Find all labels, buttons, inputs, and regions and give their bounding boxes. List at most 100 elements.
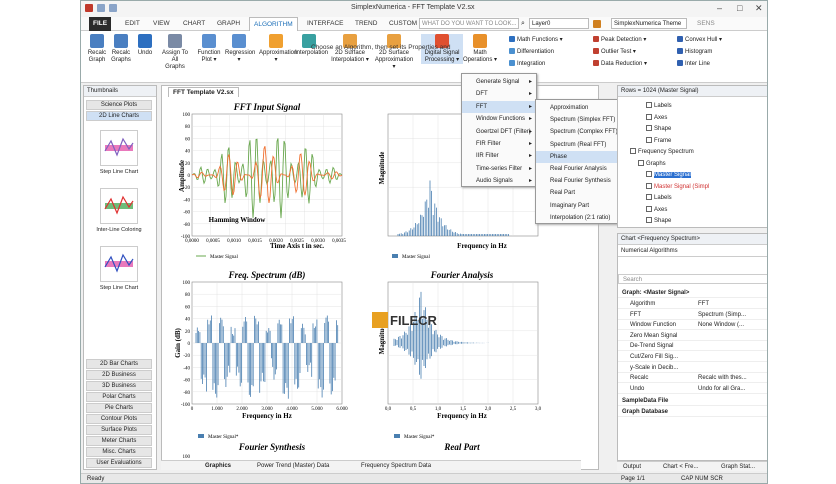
ribbon-button-6[interactable]: Approximation ▾: [259, 34, 297, 64]
thumb-category[interactable]: 3D Business: [86, 381, 152, 391]
fft-menu-item[interactable]: Real Part: [536, 187, 618, 199]
props-group[interactable]: SampleData File: [618, 396, 767, 406]
dsp-menu-item[interactable]: Generate Signal ▸: [462, 76, 536, 88]
checkbox-icon[interactable]: [646, 102, 652, 108]
thumb-category[interactable]: Polar Charts: [86, 392, 152, 402]
fft-menu-item[interactable]: Spectrum (Real FFT): [536, 139, 618, 151]
thumb-category[interactable]: Pie Charts: [86, 403, 152, 413]
dsp-menu-item[interactable]: Window Functions ▸: [462, 113, 536, 125]
property-row[interactable]: y-Scale in Decib...: [618, 363, 767, 373]
dsp-menu-item[interactable]: Goertzel DFT (Filter) ▸: [462, 126, 536, 138]
checkbox-icon[interactable]: [646, 113, 652, 120]
fft-menu-item[interactable]: Real Fourier Analysis: [536, 163, 618, 175]
dsp-menu-item[interactable]: FFT ▸: [462, 100, 536, 113]
tab-custom[interactable]: CUSTOM: [385, 17, 421, 31]
ribbon-button-3[interactable]: Assign To All Graphs: [161, 34, 189, 71]
checkbox-icon[interactable]: [646, 125, 652, 131]
thumb-category[interactable]: 2D Bar Charts: [86, 359, 152, 369]
fft-menu-item[interactable]: Imaginary Part: [536, 200, 618, 212]
thumbnail-image[interactable]: [100, 246, 138, 282]
thumb-category[interactable]: 2D Business: [86, 370, 152, 380]
property-row[interactable]: Algorithm FFT: [618, 299, 767, 309]
property-value[interactable]: None Window (...: [698, 320, 744, 330]
props-group[interactable]: Graph: <Master Signal>: [618, 288, 767, 298]
property-value[interactable]: FFT: [698, 299, 709, 309]
sheet-tab[interactable]: Graphics: [205, 461, 231, 471]
ribbon-small-button-6[interactable]: Convex Hull ▾: [677, 36, 722, 43]
tab-chart[interactable]: CHART: [179, 17, 209, 31]
fft-menu-item[interactable]: Spectrum (Simplex FFT): [536, 114, 618, 126]
thumbnail-image[interactable]: [100, 130, 138, 166]
ribbon-small-button-4[interactable]: Outlier Test ▾: [593, 48, 636, 55]
ribbon-small-button-0[interactable]: Math Functions ▾: [509, 36, 563, 43]
ribbon-button-5[interactable]: Regression ▾: [225, 34, 255, 64]
thumbnail-image[interactable]: [100, 188, 138, 224]
ribbon-small-button-2[interactable]: Integration: [509, 60, 545, 67]
tree-node[interactable]: Axes: [646, 113, 667, 121]
tree-node[interactable]: Frame: [646, 136, 671, 144]
fft-menu-item[interactable]: Phase: [536, 150, 618, 163]
fft-menu-item[interactable]: Interpolation (2:1 ratio): [536, 212, 618, 224]
tree-node[interactable]: Labels: [646, 102, 672, 109]
checkbox-icon[interactable]: [630, 148, 636, 154]
property-value[interactable]: Undo for all Gra...: [698, 384, 745, 394]
tree-node[interactable]: Master Signal: [646, 171, 691, 178]
property-row[interactable]: Window Function None Window (...: [618, 320, 767, 331]
tree-node[interactable]: Frequency Spectrum: [630, 148, 694, 155]
property-row[interactable]: De-Trend Signal: [618, 341, 767, 352]
property-row[interactable]: Recalc Recalc with thes...: [618, 373, 767, 384]
save-icon[interactable]: [97, 4, 105, 12]
tree-node[interactable]: Labels: [646, 194, 672, 201]
fft-menu-item[interactable]: Spectrum (Complex FFT): [536, 126, 618, 138]
dsp-menu-item[interactable]: IIR Filter ▸: [462, 150, 536, 162]
sheet-tab[interactable]: Power Trend (Master) Data: [257, 461, 329, 471]
property-row[interactable]: Cut/Zero Fill Sig...: [618, 352, 767, 362]
document-tab[interactable]: FFT Template V2.sx: [168, 87, 239, 97]
dsp-menu-item[interactable]: Time-series Filter ▸: [462, 163, 536, 175]
thumb-category[interactable]: Misc. Charts: [86, 447, 152, 457]
ribbon-small-button-8[interactable]: Inter Line: [677, 60, 710, 67]
tab-algorithm[interactable]: ALGORITHM: [249, 17, 298, 31]
property-row[interactable]: Zero Mean Signal: [618, 331, 767, 341]
dsp-menu-item[interactable]: FIR Filter ▸: [462, 138, 536, 150]
checkbox-icon[interactable]: [638, 159, 644, 166]
tree-node[interactable]: Shape: [646, 217, 671, 224]
tab-edit[interactable]: EDIT: [121, 17, 144, 31]
ribbon-small-button-1[interactable]: Differentiation: [509, 48, 554, 55]
tree-node[interactable]: Axes: [646, 205, 667, 213]
thumb-category[interactable]: Contour Plots: [86, 414, 152, 424]
tree-node[interactable]: Graphs: [638, 159, 666, 167]
checkbox-icon[interactable]: [646, 136, 652, 143]
tab-trend[interactable]: TREND: [351, 17, 381, 31]
dsp-menu-item[interactable]: Audio Signals ▸: [462, 175, 536, 187]
thumb-category[interactable]: User Evaluations: [86, 458, 152, 468]
property-row[interactable]: Undo Undo for all Gra...: [618, 384, 767, 394]
tree-node[interactable]: Shape: [646, 125, 671, 132]
minimize-icon[interactable]: –: [717, 3, 722, 13]
ribbon-small-button-3[interactable]: Peak Detection ▾: [593, 36, 646, 43]
close-icon[interactable]: ✕: [755, 3, 763, 14]
theme-select[interactable]: SimplexNumerica Theme: [611, 18, 687, 29]
tab-graph[interactable]: GRAPH: [213, 17, 244, 31]
thumb-category[interactable]: 2D Line Charts: [86, 111, 152, 121]
property-row[interactable]: FFT Spectrum (Simp...: [618, 310, 767, 320]
checkbox-icon[interactable]: [646, 182, 652, 189]
sheet-tab[interactable]: Frequency Spectrum Data: [361, 461, 431, 471]
thumb-category[interactable]: Surface Plots: [86, 425, 152, 435]
checkbox-icon[interactable]: [646, 194, 652, 200]
ribbon-button-2[interactable]: Undo: [131, 34, 159, 57]
layer-icon[interactable]: [593, 20, 601, 28]
panel-tab[interactable]: Output: [623, 462, 641, 472]
ribbon-small-button-5[interactable]: Data Reduction ▾: [593, 60, 647, 67]
tab-view[interactable]: VIEW: [149, 17, 174, 31]
property-value[interactable]: Recalc with thes...: [698, 373, 747, 383]
search-input[interactable]: WHAT DO YOU WANT TO LOOK...: [419, 18, 519, 29]
property-value[interactable]: Spectrum (Simp...: [698, 310, 746, 320]
tab-interface[interactable]: INTERFACE: [303, 17, 347, 31]
panel-tab[interactable]: Graph Stat...: [721, 462, 755, 472]
thumb-category[interactable]: Science Plots: [86, 100, 152, 110]
props-search-input[interactable]: Search: [618, 274, 767, 284]
open-icon[interactable]: [109, 4, 117, 12]
fft-menu-item[interactable]: Real Fourier Synthesis: [536, 175, 618, 187]
panel-tab[interactable]: Chart < Fre...: [663, 462, 699, 472]
